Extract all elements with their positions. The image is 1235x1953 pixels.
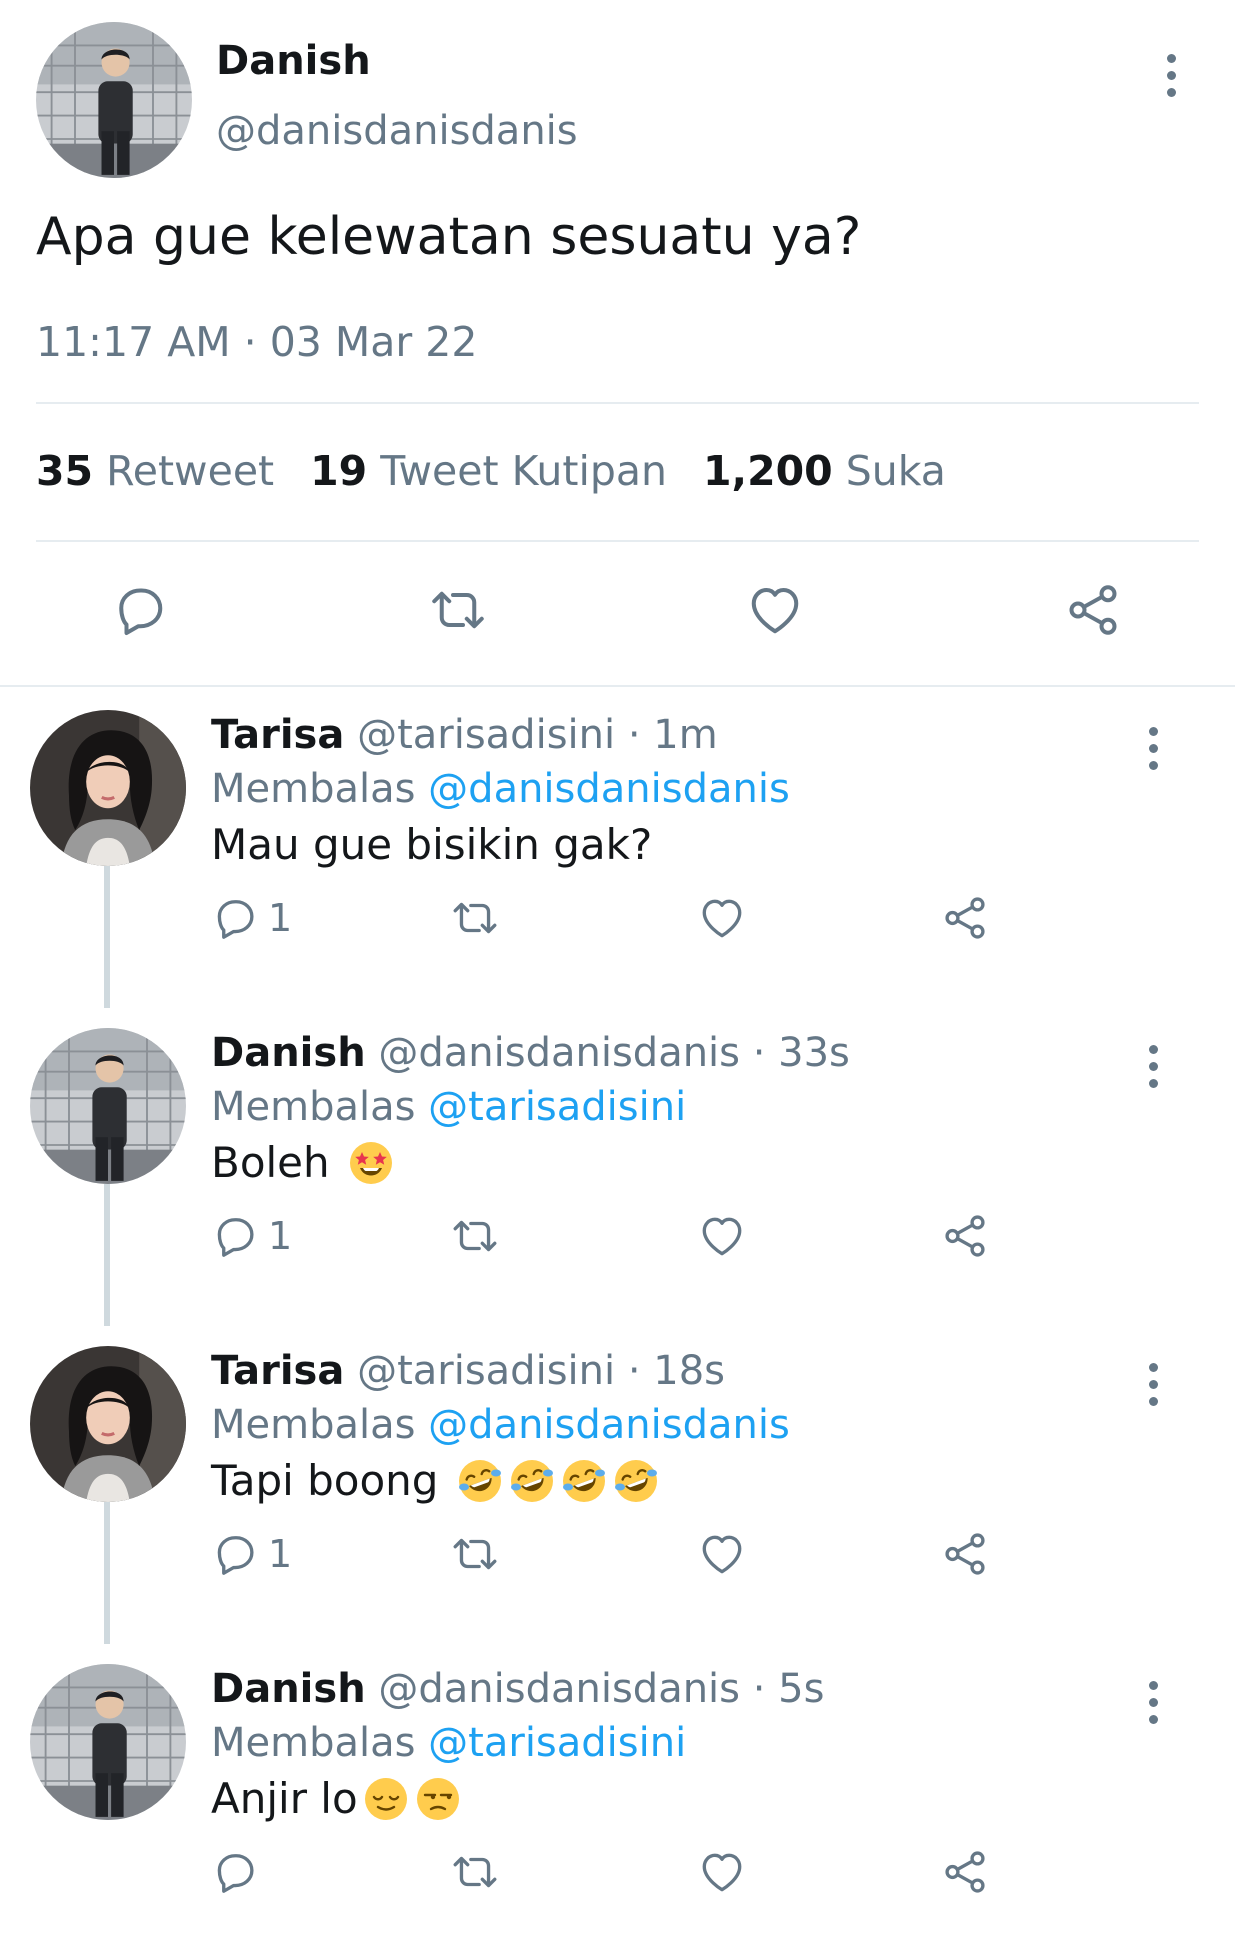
like-icon[interactable] bbox=[697, 890, 747, 946]
reply-header: Danish @danisdanisdanis · 33s bbox=[211, 1030, 850, 1076]
author-name[interactable]: Tarisa bbox=[211, 1348, 344, 1394]
author-name[interactable]: Danish bbox=[211, 1030, 366, 1076]
section-divider bbox=[0, 685, 1235, 687]
retweet-icon[interactable] bbox=[450, 890, 500, 946]
like-icon[interactable] bbox=[697, 1208, 747, 1264]
reply-text: Anjir lo bbox=[211, 1774, 462, 1823]
mention-link[interactable]: @tarisadisini bbox=[428, 1084, 686, 1130]
share-icon[interactable] bbox=[940, 1844, 990, 1900]
reply-icon[interactable]: 1 bbox=[210, 890, 292, 946]
reply-header: Tarisa @tarisadisini · 1m bbox=[211, 712, 718, 758]
author-name[interactable]: Danish bbox=[216, 38, 371, 84]
handle-time: @tarisadisini · 1m bbox=[357, 712, 718, 758]
rolling-laughing-emoji bbox=[508, 1457, 556, 1505]
author-handle[interactable]: @danisdanisdanis bbox=[216, 108, 578, 154]
mention-link[interactable]: @danisdanisdanis bbox=[428, 1402, 790, 1448]
handle-time: @danisdanisdanis · 33s bbox=[378, 1030, 850, 1076]
share-icon[interactable] bbox=[940, 1526, 990, 1582]
author-name[interactable]: Tarisa bbox=[211, 712, 344, 758]
more-options-icon[interactable] bbox=[1138, 1672, 1168, 1732]
like-icon[interactable] bbox=[697, 1844, 747, 1900]
tweet-text: Apa gue kelewatan sesuatu ya? bbox=[36, 207, 862, 267]
divider bbox=[36, 402, 1199, 404]
reply-icon[interactable] bbox=[210, 1844, 268, 1900]
tweet-stats: 35 Retweet 19 Tweet Kutipan 1,200 Suka bbox=[36, 447, 946, 495]
reply-tweet[interactable]: Tarisa @tarisadisini · 1m Membalas @dani… bbox=[0, 690, 1235, 1008]
reply-icon[interactable]: 1 bbox=[210, 1526, 292, 1582]
author-name[interactable]: Danish bbox=[211, 1666, 366, 1712]
star-struck-emoji bbox=[347, 1139, 395, 1187]
replying-to: Membalas @danisdanisdanis bbox=[211, 1402, 790, 1448]
replying-to: Membalas @tarisadisini bbox=[211, 1720, 687, 1766]
reply-tweet[interactable]: Danish @danisdanisdanis · 5s Membalas @t… bbox=[0, 1644, 1235, 1953]
more-options-icon[interactable] bbox=[1138, 1354, 1168, 1414]
handle-time: @danisdanisdanis · 5s bbox=[378, 1666, 825, 1712]
avatar[interactable] bbox=[36, 22, 192, 178]
reply-actions: 1 bbox=[0, 890, 1235, 950]
more-options-icon[interactable] bbox=[1138, 1036, 1168, 1096]
reply-count: 1 bbox=[268, 1214, 293, 1258]
retweet-icon[interactable] bbox=[428, 580, 488, 646]
more-options-icon[interactable] bbox=[1138, 718, 1168, 778]
share-icon[interactable] bbox=[940, 1208, 990, 1264]
reply-count: 1 bbox=[268, 1532, 293, 1576]
unamused-emoji bbox=[414, 1775, 462, 1823]
share-icon[interactable] bbox=[940, 890, 990, 946]
mention-link[interactable]: @tarisadisini bbox=[428, 1720, 686, 1766]
reply-icon[interactable]: 1 bbox=[210, 1208, 292, 1264]
avatar[interactable] bbox=[30, 710, 186, 866]
reply-actions: 1 bbox=[0, 1208, 1235, 1268]
reply-header: Tarisa @tarisadisini · 18s bbox=[211, 1348, 725, 1394]
retweet-icon[interactable] bbox=[450, 1208, 500, 1264]
replying-to: Membalas @tarisadisini bbox=[211, 1084, 687, 1130]
rolling-laughing-emoji bbox=[456, 1457, 504, 1505]
tweet-timestamp[interactable]: 11:17 AM · 03 Mar 22 bbox=[36, 318, 477, 366]
reply-actions: 1 bbox=[0, 1526, 1235, 1586]
quotes-stat[interactable]: 19 Tweet Kutipan bbox=[310, 447, 667, 495]
replying-to: Membalas @danisdanisdanis bbox=[211, 766, 790, 812]
retweets-stat[interactable]: 35 Retweet bbox=[36, 447, 274, 495]
mention-link[interactable]: @danisdanisdanis bbox=[428, 766, 790, 812]
reply-text: Mau gue bisikin gak? bbox=[211, 820, 653, 869]
rolling-laughing-emoji bbox=[560, 1457, 608, 1505]
handle-time: @tarisadisini · 18s bbox=[357, 1348, 725, 1394]
reply-icon[interactable] bbox=[110, 580, 170, 646]
tweet-actions bbox=[0, 580, 1235, 650]
reply-tweet[interactable]: Danish @danisdanisdanis · 33s Membalas @… bbox=[0, 1008, 1235, 1326]
retweet-icon[interactable] bbox=[450, 1844, 500, 1900]
reply-tweet[interactable]: Tarisa @tarisadisini · 18s Membalas @dan… bbox=[0, 1326, 1235, 1644]
reply-text: Boleh bbox=[211, 1138, 395, 1187]
likes-stat[interactable]: 1,200 Suka bbox=[703, 447, 946, 495]
reply-count: 1 bbox=[268, 896, 293, 940]
rolling-laughing-emoji bbox=[612, 1457, 660, 1505]
relieved-emoji bbox=[362, 1775, 410, 1823]
avatar[interactable] bbox=[30, 1028, 186, 1184]
share-icon[interactable] bbox=[1063, 580, 1123, 646]
retweet-icon[interactable] bbox=[450, 1526, 500, 1582]
avatar[interactable] bbox=[30, 1664, 186, 1820]
reply-header: Danish @danisdanisdanis · 5s bbox=[211, 1666, 824, 1712]
like-icon[interactable] bbox=[697, 1526, 747, 1582]
reply-text: Tapi boong bbox=[211, 1456, 660, 1505]
divider bbox=[36, 540, 1199, 542]
avatar[interactable] bbox=[30, 1346, 186, 1502]
more-options-icon[interactable] bbox=[1156, 45, 1186, 105]
reply-actions bbox=[0, 1844, 1235, 1904]
like-icon[interactable] bbox=[745, 580, 805, 646]
main-tweet: Danish @danisdanisdanis Apa gue kelewata… bbox=[0, 0, 1235, 686]
